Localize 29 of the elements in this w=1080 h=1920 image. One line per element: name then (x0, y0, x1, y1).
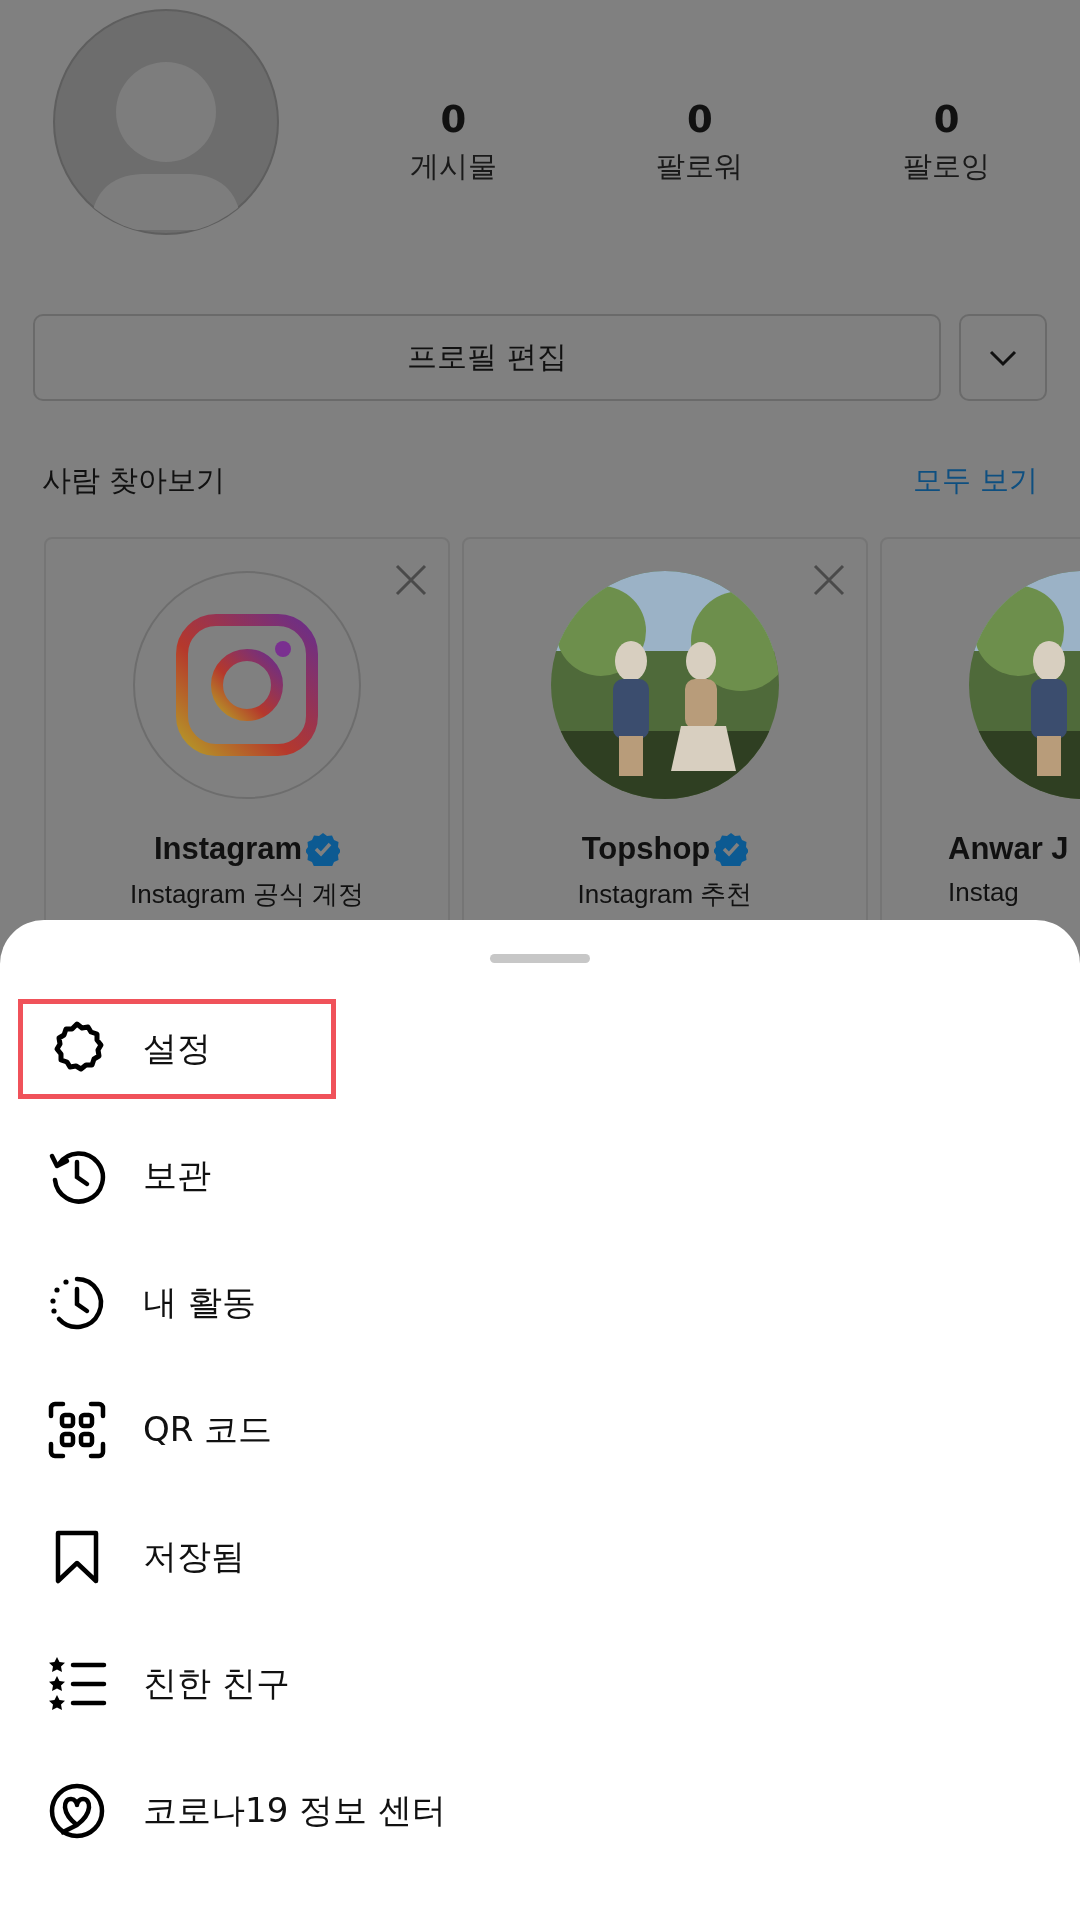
account-subtitle: Instag (948, 877, 1019, 908)
menu-item[interactable]: QR 코드 (18, 1379, 398, 1480)
menu-item[interactable]: 저장됨 (18, 1506, 370, 1607)
edit-profile-button[interactable]: 프로필 편집 (33, 314, 941, 401)
stat-label: 팔로워 (656, 147, 744, 185)
stat-count: 0 (687, 97, 713, 141)
avatar-placeholder-icon (52, 8, 280, 236)
account-name: Instagram (153, 831, 303, 867)
close-icon[interactable] (812, 563, 846, 597)
expand-button[interactable] (959, 314, 1047, 401)
account-subtitle: Instagram 공식 계정 (129, 878, 365, 911)
camera-logo-icon (176, 614, 318, 756)
stat-count: 0 (933, 97, 960, 141)
menu-item[interactable]: 친한 친구 (18, 1633, 415, 1734)
qr-code-icon (47, 1399, 107, 1460)
menu-item[interactable]: 설정 (18, 998, 336, 1099)
close-icon[interactable] (394, 563, 428, 597)
account-name: Anwar J (948, 831, 1069, 867)
stat-label: 팔로잉 (903, 147, 991, 185)
menu-item[interactable]: 보관 (18, 1125, 336, 1226)
account-name: Topshop (581, 831, 711, 867)
menu-item[interactable]: 내 활동 (18, 1252, 381, 1353)
account-subtitle: Instagram 추천 (577, 878, 753, 911)
section-title: 사람 찾아보기 (42, 462, 226, 499)
stat-label: 게시물 (409, 147, 497, 185)
chevron-down-icon (988, 348, 1018, 367)
stat-count: 0 (440, 97, 467, 141)
drag-handle[interactable] (490, 954, 590, 963)
menu-item[interactable]: 코로나19 정보 센터 (18, 1760, 571, 1861)
